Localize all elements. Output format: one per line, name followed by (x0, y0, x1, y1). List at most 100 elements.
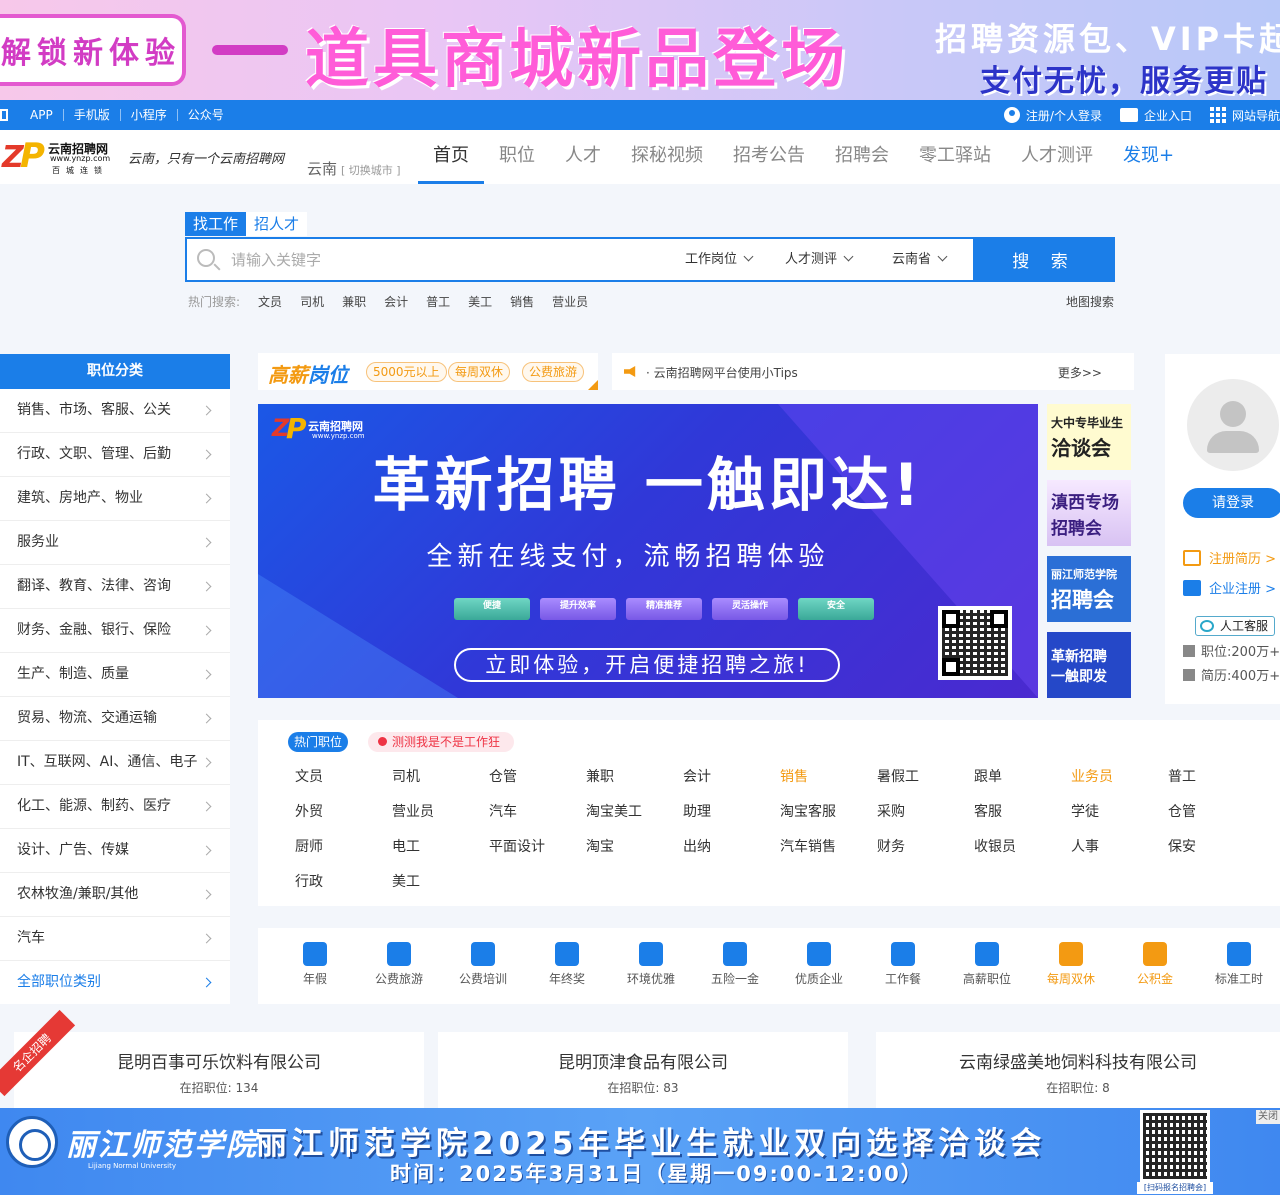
promo-lijiang-fair[interactable]: 丽江师范学院 招聘会 (1047, 556, 1131, 622)
hot-job-link[interactable]: 美工 (392, 871, 420, 891)
sidebar-item-sales[interactable]: 销售、市场、客服、公关 (0, 389, 230, 433)
main-banner[interactable]: ZP 云南招聘网 www.ynzp.com 革新招聘 一触即达! 全新在线支付，… (258, 404, 1038, 698)
promo-new-recruitment[interactable]: 革新招聘 一触即发 (1047, 632, 1131, 698)
sidebar-item-construction[interactable]: 建筑、房地产、物业 (0, 477, 230, 521)
sidebar-item-design[interactable]: 设计、广告、传媒 (0, 829, 230, 873)
hot-job-link[interactable]: 厨师 (295, 836, 323, 856)
salary-tag[interactable]: 每周双休 (448, 362, 511, 382)
hot-job-link[interactable]: 仓管 (489, 766, 517, 786)
hot-job-link[interactable]: 出纳 (683, 836, 711, 856)
company-card[interactable]: 昆明百事可乐饮料有限公司 在招职位: 134 (14, 1032, 424, 1112)
hot-job-link[interactable]: 电工 (392, 836, 420, 856)
nav-assessment[interactable]: 人才测评 (1006, 130, 1108, 184)
hot-job-link[interactable]: 淘宝美工 (586, 801, 642, 821)
map-search-link[interactable]: 地图搜索 (1066, 293, 1114, 310)
hot-job-link[interactable]: 学徒 (1071, 801, 1099, 821)
hot-job-link[interactable]: 人事 (1071, 836, 1099, 856)
sidebar-item-all[interactable]: 全部职位类别 (0, 961, 230, 1005)
dropdown-assessment[interactable]: 人才测评 (785, 239, 854, 280)
hot-search-word[interactable]: 会计 (384, 293, 408, 310)
nav-discover[interactable]: 发现+ (1108, 130, 1189, 184)
sidebar-item-auto[interactable]: 汽车 (0, 917, 230, 961)
sidebar-item-chemical[interactable]: 化工、能源、制药、医疗 (0, 785, 230, 829)
tab-find-job[interactable]: 找工作 (185, 212, 247, 236)
hot-job-link[interactable]: 销售 (780, 766, 808, 786)
hot-job-link[interactable]: 普工 (1168, 766, 1196, 786)
hot-job-link[interactable]: 业务员 (1071, 766, 1113, 786)
benefit-item[interactable]: 公积金 (1113, 942, 1197, 987)
hot-job-link[interactable]: 营业员 (392, 801, 434, 821)
site-logo[interactable]: ZP 云南招聘网 www.ynzp.com 百城连锁 (2, 134, 120, 178)
nav-talent[interactable]: 人才 (550, 130, 616, 184)
close-banner-button[interactable]: 关闭 (1256, 1110, 1280, 1124)
dropdown-job-type[interactable]: 工作岗位 (685, 239, 754, 280)
login-button[interactable]: 请登录 (1183, 488, 1280, 518)
benefit-item[interactable]: 环境优雅 (609, 942, 693, 987)
nav-exam-notice[interactable]: 招考公告 (718, 130, 820, 184)
benefit-item[interactable]: 公费培训 (441, 942, 525, 987)
notice-more-link[interactable]: 更多>> (1058, 364, 1102, 381)
nav-jobs[interactable]: 职位 (484, 130, 550, 184)
benefit-item[interactable]: 高薪职位 (945, 942, 1029, 987)
hot-job-link[interactable]: 淘宝客服 (780, 801, 836, 821)
hot-search-word[interactable]: 营业员 (552, 293, 588, 310)
hot-job-link[interactable]: 兼职 (586, 766, 614, 786)
hot-search-word[interactable]: 文员 (258, 293, 282, 310)
benefit-item[interactable]: 优质企业 (777, 942, 861, 987)
notice-text[interactable]: · 云南招聘网平台使用小Tips (646, 364, 798, 381)
hot-search-word[interactable]: 美工 (468, 293, 492, 310)
hot-job-link[interactable]: 汽车 (489, 801, 517, 821)
hot-job-link[interactable]: 暑假工 (877, 766, 919, 786)
nav-home[interactable]: 首页 (418, 130, 484, 184)
benefit-item[interactable]: 年终奖 (525, 942, 609, 987)
hot-search-word[interactable]: 普工 (426, 293, 450, 310)
link-miniprogram[interactable]: 小程序 (121, 109, 178, 121)
company-card[interactable]: 云南绿盛美地饲料科技有限公司 在招职位: 8 (876, 1032, 1280, 1112)
register-login-link[interactable]: 注册/个人登录 (1003, 107, 1102, 124)
hot-job-link[interactable]: 外贸 (295, 801, 323, 821)
hot-job-link[interactable]: 跟单 (974, 766, 1002, 786)
sidebar-item-finance[interactable]: 财务、金融、银行、保险 (0, 609, 230, 653)
hot-job-link[interactable]: 文员 (295, 766, 323, 786)
hot-job-link[interactable]: 仓管 (1168, 801, 1196, 821)
benefit-item[interactable]: 标准工时 (1197, 942, 1280, 987)
benefit-item[interactable]: 工作餐 (861, 942, 945, 987)
sidebar-item-service[interactable]: 服务业 (0, 521, 230, 565)
hot-job-link[interactable]: 保安 (1168, 836, 1196, 856)
sidebar-item-agriculture[interactable]: 农林牧渔/兼职/其他 (0, 873, 230, 917)
hot-search-word[interactable]: 兼职 (342, 293, 366, 310)
link-mobile[interactable]: 手机版 (64, 109, 121, 121)
benefit-item[interactable]: 年假 (273, 942, 357, 987)
company-entry-link[interactable]: 企业入口 (1119, 107, 1192, 124)
tab-find-talent[interactable]: 招人才 (246, 212, 308, 236)
nav-job-fair[interactable]: 招聘会 (820, 130, 904, 184)
sitemap-link[interactable]: 网站导航 (1209, 107, 1280, 124)
dropdown-region[interactable]: 云南省 (892, 239, 948, 280)
customer-service-button[interactable]: 人工客服 (1195, 616, 1275, 636)
benefit-item[interactable]: 每周双休 (1029, 942, 1113, 987)
hot-job-link[interactable]: 采购 (877, 801, 905, 821)
company-card[interactable]: 昆明顶津食品有限公司 在招职位: 83 (438, 1032, 848, 1112)
bottom-ad-banner[interactable]: 丽江师范学院 Lijiang Normal University 丽江师范学院2… (0, 1108, 1280, 1195)
hot-job-link[interactable]: 客服 (974, 801, 1002, 821)
hot-job-link[interactable]: 行政 (295, 871, 323, 891)
sidebar-item-logistics[interactable]: 贸易、物流、交通运输 (0, 697, 230, 741)
search-input[interactable] (231, 247, 651, 273)
benefit-item[interactable]: 公费旅游 (357, 942, 441, 987)
workaholic-test-link[interactable]: 测测我是不是工作狂 (368, 732, 515, 752)
sidebar-item-it[interactable]: IT、互联网、AI、通信、电子 (0, 741, 230, 785)
hot-job-link[interactable]: 淘宝 (586, 836, 614, 856)
company-register-link[interactable]: 企业注册 > (1183, 578, 1276, 597)
hot-job-link[interactable]: 收银员 (974, 836, 1016, 856)
promo-graduate-fair[interactable]: 大中专毕业生 洽谈会 (1047, 404, 1131, 470)
city-switcher[interactable]: 云南[ 切换城市 ] (307, 158, 401, 179)
register-resume-link[interactable]: 注册简历 > (1183, 548, 1276, 567)
sidebar-item-education[interactable]: 翻译、教育、法律、咨询 (0, 565, 230, 609)
hot-search-word[interactable]: 销售 (510, 293, 534, 310)
salary-tag[interactable]: 5000元以上 (366, 362, 447, 382)
hot-job-link[interactable]: 汽车销售 (780, 836, 836, 856)
banner-cta[interactable]: 立即体验，开启便捷招聘之旅! (454, 648, 840, 682)
hot-job-link[interactable]: 财务 (877, 836, 905, 856)
link-app[interactable]: APP (20, 109, 64, 121)
hot-job-link[interactable]: 司机 (392, 766, 420, 786)
